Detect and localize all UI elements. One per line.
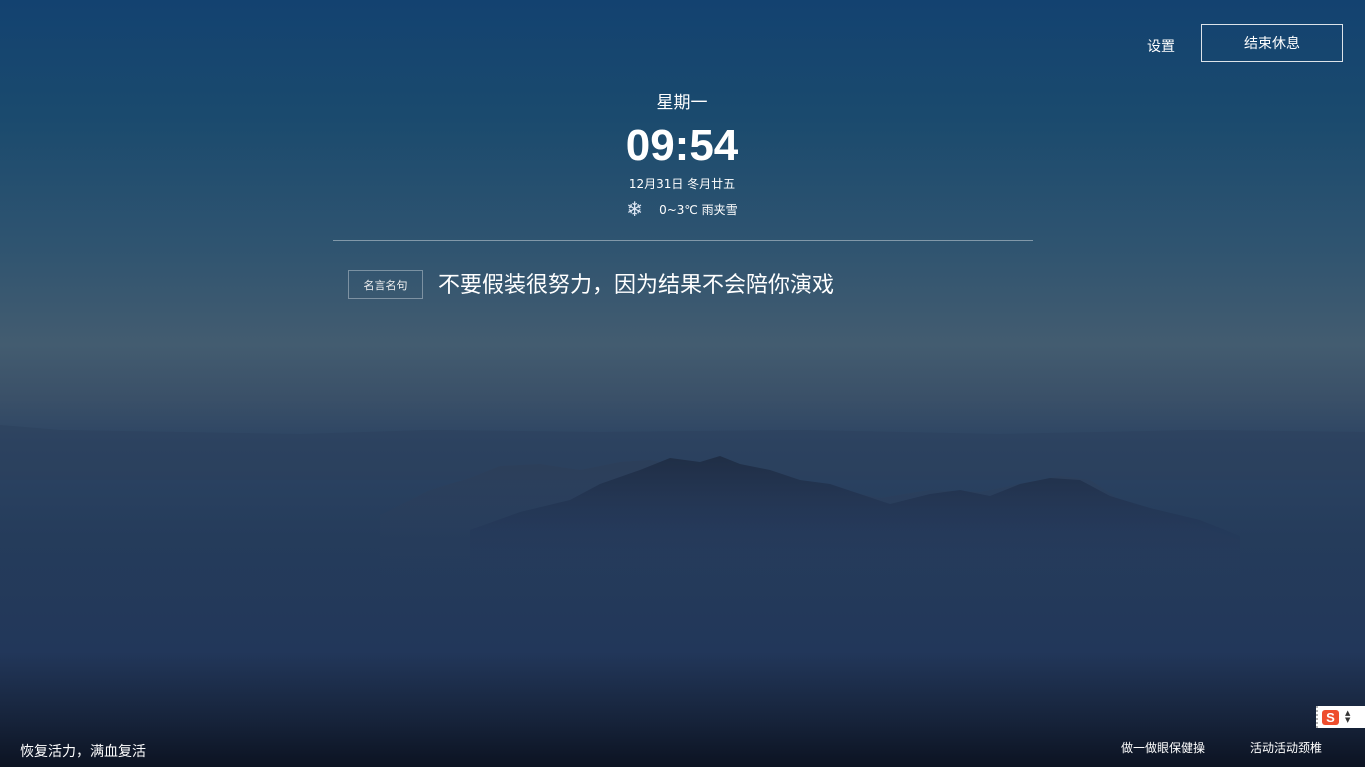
snowflake-icon: ❄: [626, 197, 644, 221]
clock-panel: 星期一 09:54 12月31日 冬月廿五 ❄ 0~3℃ 雨夹雪: [482, 90, 882, 220]
end-rest-button[interactable]: 结束休息: [1201, 24, 1343, 62]
chevron-updown-icon[interactable]: ▲ ▼: [1345, 710, 1350, 724]
sogou-ime-icon: S: [1322, 709, 1339, 725]
divider: [333, 240, 1033, 241]
date-label: 12月31日 冬月廿五: [628, 177, 736, 191]
quote-text: 不要假装很努力，因为结果不会陪你演戏: [438, 273, 835, 298]
mountain-background: [0, 425, 1365, 580]
settings-link[interactable]: 设置: [1147, 36, 1175, 56]
footer-slogan: 恢复活力，满血复活: [20, 744, 146, 760]
eye-exercise-link[interactable]: 做一做眼保健操: [1121, 739, 1205, 756]
weather-row: ❄ 0~3℃ 雨夹雪: [482, 198, 882, 220]
clock-time: 09:54: [625, 121, 739, 170]
quote-tag: 名言名句: [348, 270, 423, 299]
weekday-label: 星期一: [656, 93, 708, 113]
ime-status-widget[interactable]: S ▲ ▼: [1316, 706, 1365, 728]
weather-text: 0~3℃ 雨夹雪: [659, 202, 738, 217]
footer-bar: 恢复活力，满血复活 做一做眼保健操 活动活动颈椎: [0, 725, 1365, 767]
rest-screen: 设置 结束休息 星期一 09:54 12月31日 冬月廿五 ❄ 0~3℃ 雨夹雪…: [0, 0, 1365, 767]
neck-exercise-link[interactable]: 活动活动颈椎: [1250, 739, 1322, 756]
